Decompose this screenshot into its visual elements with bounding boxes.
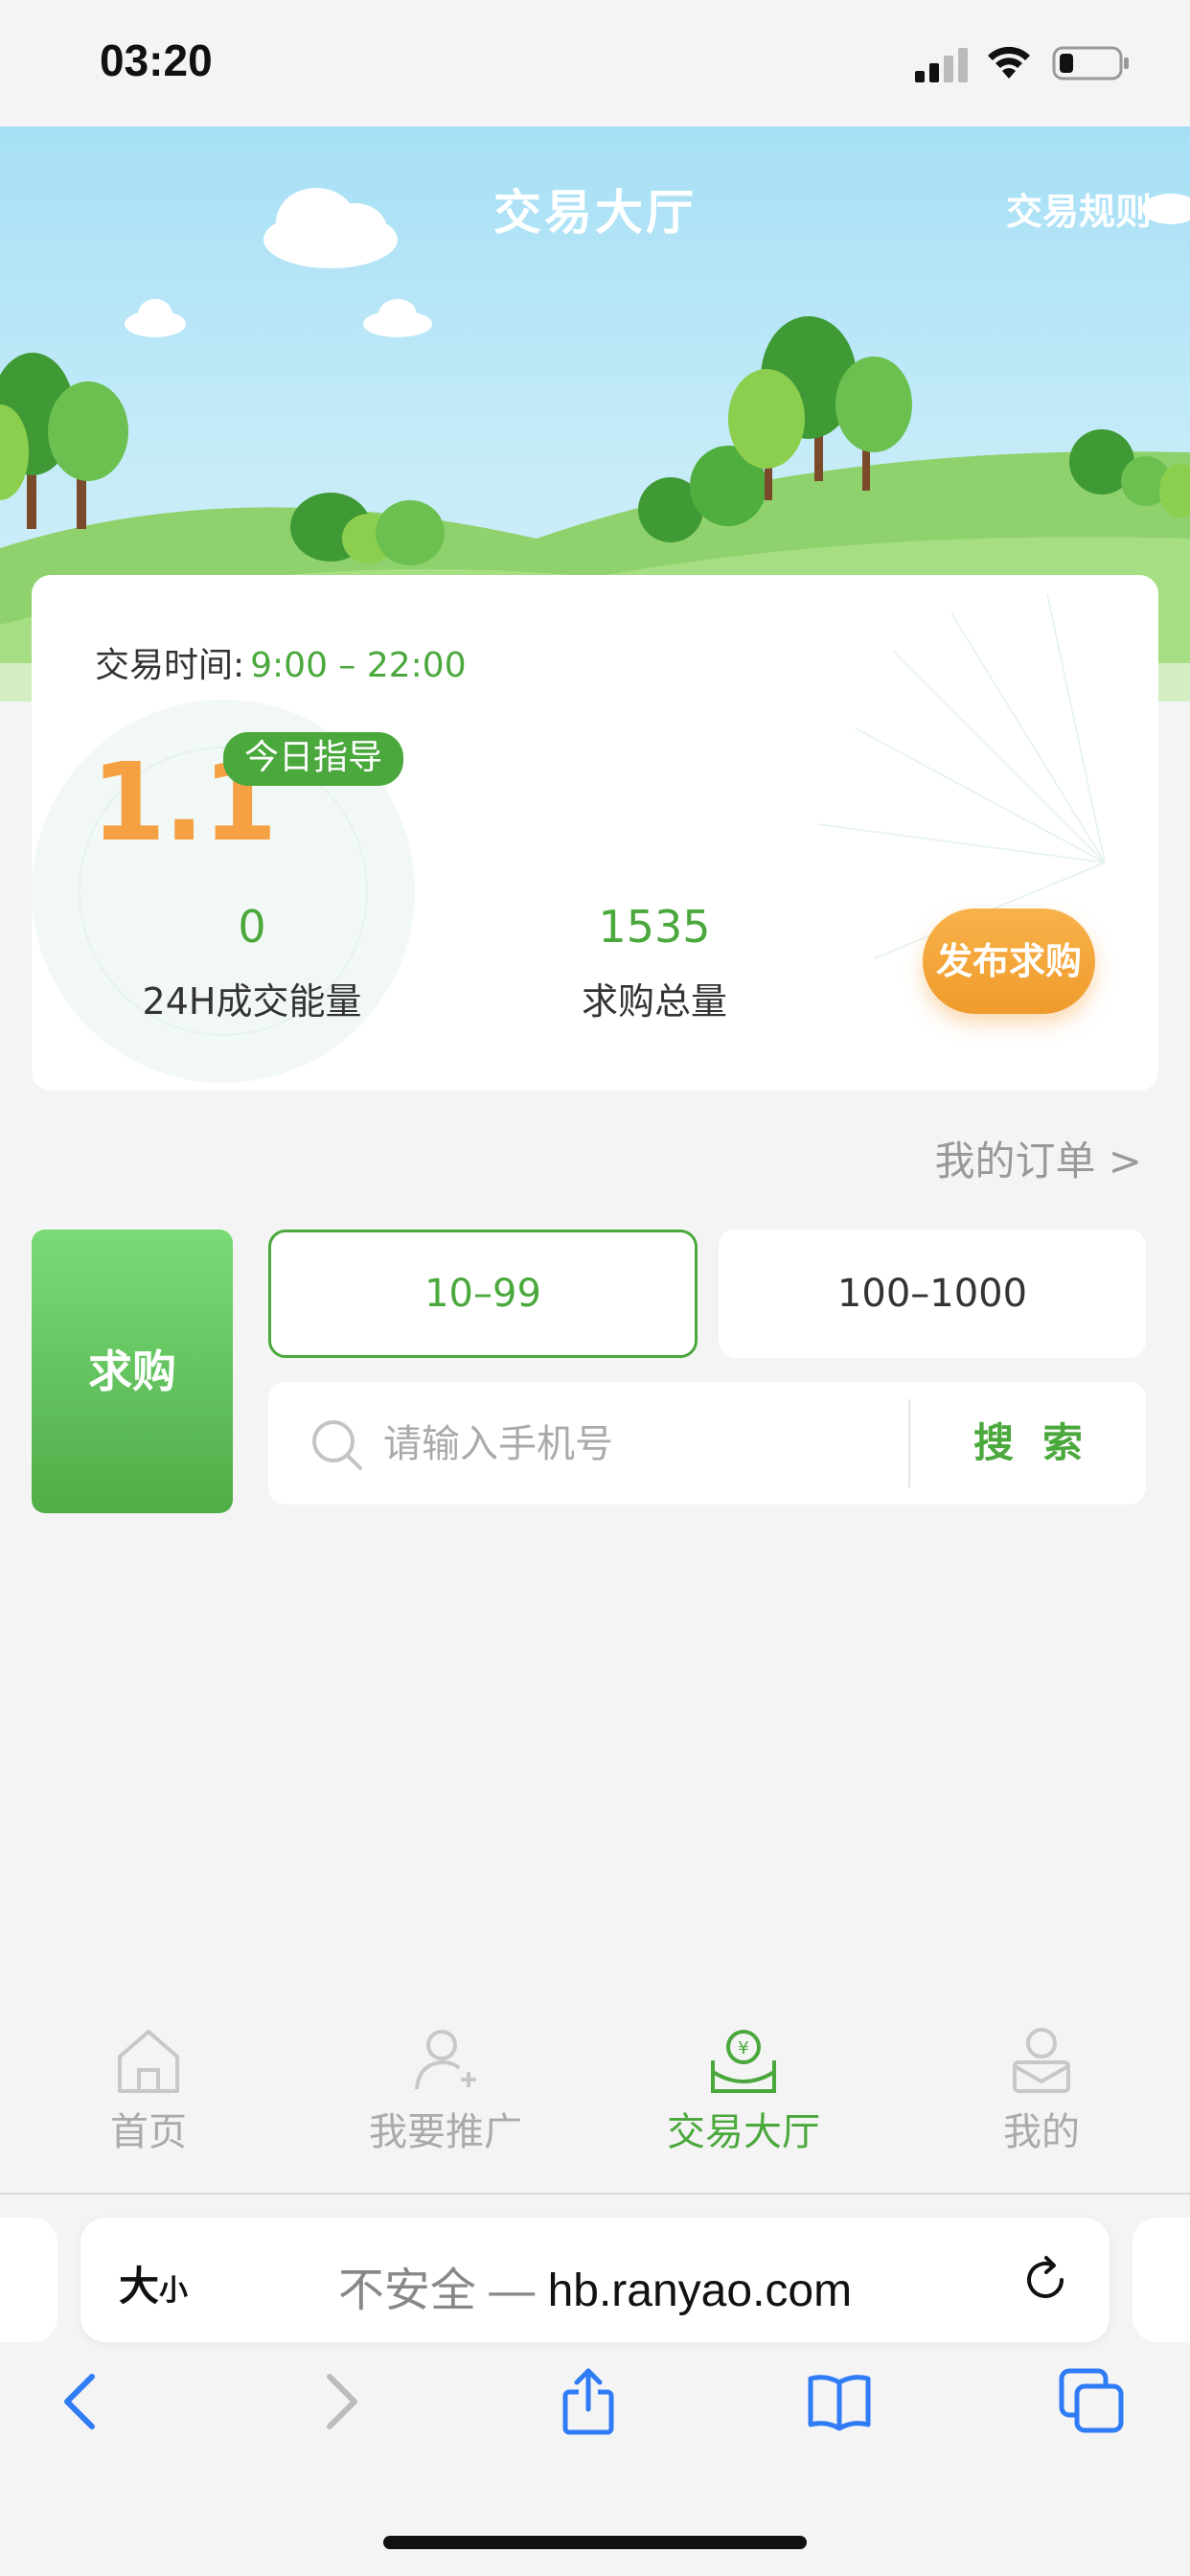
address-bar[interactable]: 大小 不安全 — hb.ranyao.com [80, 2218, 1110, 2342]
trading-hours-value: 9:00 – 22:00 [250, 646, 467, 685]
home-icon [118, 2030, 179, 2093]
battery-icon [1052, 46, 1129, 80]
stat-value: 1535 [598, 901, 711, 953]
buy-category[interactable]: 求购 [32, 1230, 233, 1513]
tab-mine[interactable]: 我的 [946, 2024, 1137, 2156]
home-indicator [383, 2536, 807, 2549]
range-option-small[interactable]: 10–99 [268, 1230, 698, 1358]
publish-request-button[interactable]: 发布求购 [923, 908, 1095, 1014]
url-domain: hb.ranyao.com [547, 2266, 853, 2316]
trading-rules-link[interactable]: 交易规则 [1006, 182, 1152, 235]
stat-24h-volume: 0 24H成交能量 [89, 901, 415, 1024]
previous-tab-preview[interactable] [0, 2218, 57, 2342]
back-icon[interactable] [48, 2367, 117, 2436]
search-icon [312, 1420, 362, 1470]
guide-badge: 今日指导 [223, 732, 404, 786]
tab-label: 我要推广 [369, 2110, 522, 2154]
profile-icon [1013, 2028, 1070, 2093]
reload-icon[interactable] [1019, 2254, 1071, 2306]
status-bar: 03:20 [0, 0, 1190, 126]
stat-label: 24H成交能量 [142, 980, 362, 1023]
next-tab-preview[interactable] [1133, 2218, 1190, 2342]
search-bar: 搜索 [268, 1382, 1146, 1505]
yuan-bag-icon: ¥ [711, 2030, 776, 2093]
browser-toolbar: 大小 不安全 — hb.ranyao.com [0, 2195, 1190, 2576]
stat-label: 求购总量 [581, 980, 727, 1023]
stat-value: 0 [238, 901, 266, 953]
tab-label: 首页 [110, 2110, 187, 2154]
status-time: 03:20 [100, 35, 213, 85]
insecure-label: 不安全 — [337, 2266, 548, 2316]
tabs-icon[interactable] [1058, 2367, 1127, 2436]
tab-label: 我的 [1003, 2110, 1080, 2154]
user-add-icon [415, 2030, 476, 2090]
tab-home[interactable]: 首页 [53, 2024, 244, 2156]
phone-search-input[interactable] [381, 1413, 922, 1476]
svg-text:¥: ¥ [738, 2038, 748, 2058]
trading-hours: 交易时间: 9:00 – 22:00 [95, 637, 467, 687]
share-icon[interactable] [554, 2367, 623, 2436]
range-option-large[interactable]: 100–1000 [719, 1230, 1146, 1358]
search-button[interactable]: 搜索 [910, 1382, 1146, 1505]
tab-promote[interactable]: 我要推广 [350, 2024, 541, 2156]
url-display[interactable]: 不安全 — hb.ranyao.com [80, 2252, 1110, 2319]
signal-icon [915, 48, 968, 82]
bookmarks-icon[interactable] [805, 2367, 874, 2436]
tab-trading-hall[interactable]: ¥ 交易大厅 [648, 2024, 839, 2156]
trading-hours-label: 交易时间: [95, 646, 245, 685]
market-info-card: 交易时间: 9:00 – 22:00 1.1 今日指导 0 24H成交能量 153… [32, 575, 1158, 1091]
tab-label: 交易大厅 [667, 2110, 820, 2154]
wifi-icon [988, 46, 1030, 79]
forward-icon[interactable] [305, 2367, 374, 2436]
bottom-tab-bar: 首页 我要推广 ¥ 交易大厅 我的 [0, 1995, 1190, 2195]
my-orders-link[interactable]: 我的订单 > [934, 1129, 1142, 1187]
stat-total-demand: 1535 求购总量 [492, 901, 817, 1024]
